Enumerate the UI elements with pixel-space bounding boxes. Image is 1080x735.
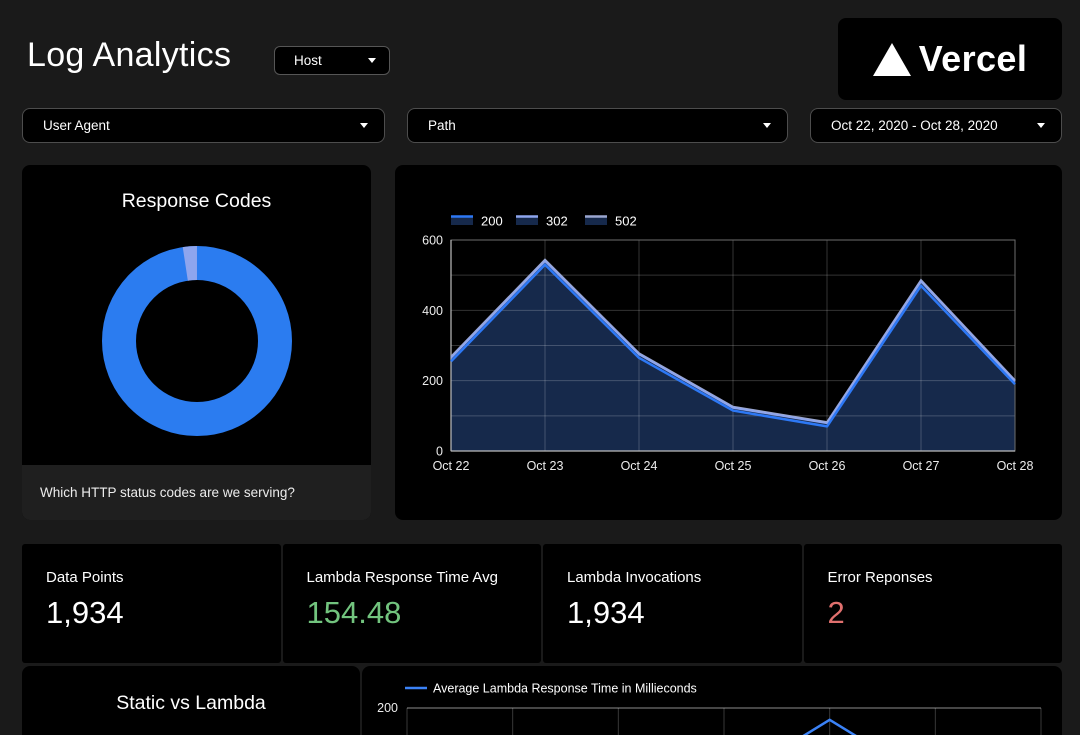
donut-card-footer-text: Which HTTP status codes are we serving? — [40, 485, 295, 500]
response-codes-card: Response Codes Which HTTP status codes a… — [22, 165, 371, 520]
svg-text:200: 200 — [377, 701, 398, 715]
vercel-logo: Vercel — [838, 18, 1062, 100]
static-vs-lambda-card: Static vs Lambda — [22, 666, 360, 735]
page-title: Log Analytics — [27, 36, 231, 75]
user-agent-filter-dropdown[interactable]: User Agent — [22, 108, 385, 143]
svg-text:Oct 25: Oct 25 — [715, 459, 752, 473]
status-codes-timeseries-card: 0 200 400 600 Oct 22 Oct 23 Oct 24 Oct 25 Oct 26… — [395, 165, 1062, 520]
vercel-triangle-icon — [873, 43, 911, 76]
date-range-dropdown[interactable]: Oct 22, 2020 - Oct 28, 2020 — [810, 108, 1062, 143]
stat-value: 154.48 — [307, 595, 542, 631]
svg-text:Oct 26: Oct 26 — [809, 459, 846, 473]
stat-card-error-responses: Error Reponses 2 — [804, 544, 1063, 663]
stats-row: Data Points 1,934 Lambda Response Time A… — [22, 544, 1062, 663]
svg-text:Oct 27: Oct 27 — [903, 459, 940, 473]
stat-card-lambda-invocations: Lambda Invocations 1,934 — [543, 544, 802, 663]
stat-label: Lambda Response Time Avg — [307, 569, 542, 586]
chevron-down-icon — [368, 58, 376, 63]
user-agent-filter-label: User Agent — [43, 118, 110, 133]
static-vs-lambda-title: Static vs Lambda — [22, 692, 360, 715]
svg-text:200: 200 — [481, 214, 503, 229]
date-range-label: Oct 22, 2020 - Oct 28, 2020 — [831, 118, 998, 133]
stat-value: 1,934 — [46, 595, 281, 631]
donut-card-footer: Which HTTP status codes are we serving? — [22, 465, 371, 520]
svg-text:302: 302 — [546, 214, 568, 229]
svg-text:400: 400 — [422, 304, 443, 318]
stat-card-lambda-response-time-avg: Lambda Response Time Avg 154.48 — [283, 544, 542, 663]
vercel-wordmark: Vercel — [919, 38, 1028, 80]
log-analytics-dashboard: Log Analytics Host Vercel User Agent Pat… — [0, 0, 1080, 735]
svg-text:200: 200 — [422, 374, 443, 388]
path-filter-label: Path — [428, 118, 456, 133]
svg-text:600: 600 — [422, 234, 443, 248]
svg-text:Oct 23: Oct 23 — [527, 459, 564, 473]
svg-text:Average Lambda Response Time i: Average Lambda Response Time in Millieco… — [433, 682, 697, 696]
svg-text:502: 502 — [615, 214, 637, 229]
chevron-down-icon — [763, 123, 771, 128]
chevron-down-icon — [360, 123, 368, 128]
lambda-response-time-chart[interactable]: Average Lambda Response Time in Millieco… — [362, 666, 1062, 735]
svg-text:0: 0 — [436, 445, 443, 459]
stat-value: 2 — [828, 595, 1063, 631]
stat-value: 1,934 — [567, 595, 802, 631]
svg-text:Oct 28: Oct 28 — [997, 459, 1034, 473]
stat-label: Data Points — [46, 569, 281, 586]
status-codes-area-chart[interactable]: 0 200 400 600 Oct 22 Oct 23 Oct 24 Oct 25 Oct 26… — [395, 165, 1062, 520]
svg-text:Oct 22: Oct 22 — [433, 459, 470, 473]
path-filter-dropdown[interactable]: Path — [407, 108, 788, 143]
host-dropdown-label: Host — [294, 53, 322, 68]
host-dropdown[interactable]: Host — [274, 46, 390, 75]
stat-label: Error Reponses — [828, 569, 1063, 586]
chevron-down-icon — [1037, 123, 1045, 128]
lambda-response-time-card: Average Lambda Response Time in Millieco… — [362, 666, 1062, 735]
svg-text:Oct 24: Oct 24 — [621, 459, 658, 473]
stat-card-data-points: Data Points 1,934 — [22, 544, 281, 663]
stat-label: Lambda Invocations — [567, 569, 802, 586]
